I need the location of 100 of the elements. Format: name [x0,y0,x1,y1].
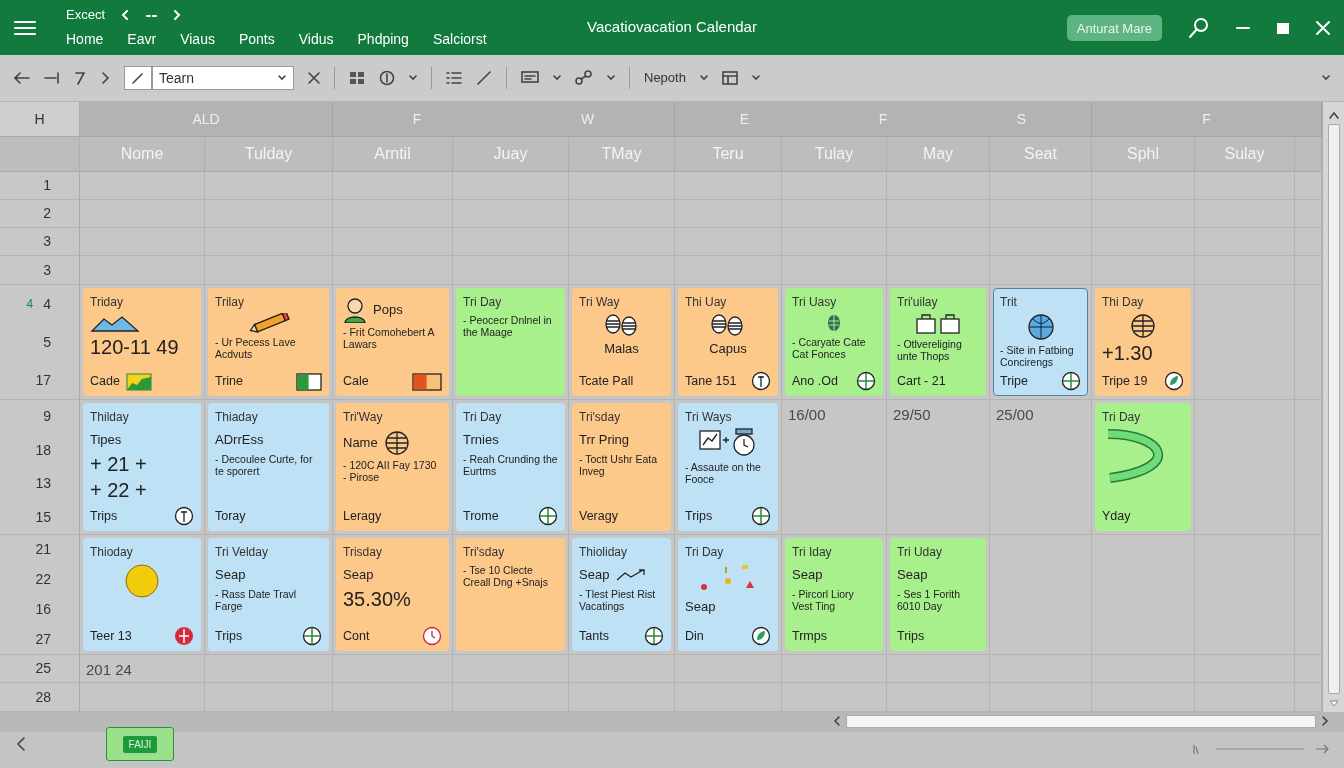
row-number[interactable]: 18 [35,439,51,461]
maximize-icon[interactable] [1276,20,1290,35]
scroll-down-icon[interactable] [1327,698,1340,708]
list-icon[interactable] [446,71,462,85]
row-number[interactable]: 17 [35,369,51,391]
table-icon[interactable] [721,71,738,85]
name-field[interactable]: Tearn [152,66,294,90]
card-footer-text: Toray [215,508,246,526]
grid-cell[interactable]: 25/00 [990,400,1092,535]
menu-item[interactable]: Home [66,28,104,50]
share-icon[interactable] [575,70,593,86]
grid-cell[interactable] [782,172,887,200]
scrollbar-thumb[interactable] [1327,124,1340,694]
row-number[interactable]: 25 [35,658,51,679]
grid-cell[interactable] [333,172,453,200]
tab-icon[interactable] [44,71,60,85]
caret-icon[interactable] [607,75,615,81]
row-number[interactable]: 27 [35,628,51,650]
row-number[interactable]: 4 [43,293,51,315]
style-dropdown[interactable]: Nepoth [644,68,686,88]
info-icon[interactable] [379,70,395,86]
grid-cell[interactable]: 201 24 [80,655,205,683]
grid-cell[interactable]: 16/00 [782,400,887,535]
row-header[interactable]: 3 [0,228,80,256]
search-icon[interactable] [1188,16,1210,39]
card-subtitle: Seap [685,598,716,616]
card-text: - Rass Date Travl Farge [215,587,298,612]
card-value: 120-11 49 [90,335,180,359]
grid-cell[interactable] [990,172,1092,200]
caret-icon[interactable] [409,75,417,81]
close-icon[interactable] [308,72,320,84]
grid-cell[interactable] [80,256,205,285]
row-number[interactable]: 22 [35,569,51,591]
app-name: Excect [66,6,105,25]
card-footer-text: Trmps [792,628,827,646]
row-number[interactable]: 16 [35,598,51,620]
edit-button[interactable] [124,66,152,90]
row-number[interactable]: 15 [35,506,51,528]
row-number[interactable]: 28 [35,686,51,708]
row-number[interactable]: 3 [43,259,51,281]
card-title: Tri Day [1102,409,1142,426]
row-header[interactable]: 3 [0,256,80,285]
corner-cell[interactable]: H [0,102,80,137]
menu-icon[interactable] [14,19,36,36]
grid-cell[interactable]: 29/50 [887,400,990,535]
flag-icon [296,372,322,391]
pencil-icon[interactable] [476,70,492,86]
card-footer-text: Trips [215,627,243,645]
card-subtitle: Tipes [90,431,122,449]
header-cell[interactable] [0,137,80,172]
row-number[interactable]: 21 [35,539,51,561]
caret-icon[interactable] [751,75,760,81]
forward-chevron-icon[interactable] [173,10,181,20]
grid-icon[interactable] [349,71,365,85]
header-cell[interactable] [1295,137,1322,172]
redo-icon[interactable] [74,71,86,85]
row-header[interactable]: 1 [0,172,80,200]
row-header[interactable]: 21 22 16 27 [0,535,80,655]
grid-cell[interactable] [675,172,782,200]
scroll-left-icon[interactable] [832,715,842,727]
card-text: - Ccaryate Cate Cat Fonces [792,336,867,361]
menu-item[interactable]: Salciorst [432,28,487,50]
card-footer-text: Tcate Pall [579,373,634,391]
forward-chevron-icon[interactable] [100,71,110,85]
row-header[interactable]: 25 [0,655,80,683]
menu-item[interactable]: Vidus [298,28,334,50]
grid-cell[interactable] [1195,172,1295,200]
scroll-up-icon[interactable] [1327,110,1340,120]
grid-cell[interactable] [1092,172,1195,200]
row-number[interactable]: 13 [35,473,51,495]
row-number[interactable]: 2 [43,203,51,224]
grid-cell[interactable] [887,172,990,200]
caret-icon[interactable] [1322,75,1330,81]
caret-icon[interactable] [699,75,708,81]
row-number[interactable]: 5 [43,331,51,353]
row-number[interactable]: 1 [43,175,51,196]
row-number[interactable]: 9 [43,406,51,428]
grid-cell[interactable] [80,172,205,200]
scrollbar-thumb[interactable] [846,714,1316,728]
grid-cell[interactable] [453,172,569,200]
caret-icon[interactable] [553,75,561,81]
grid-cell[interactable] [205,172,333,200]
row-header[interactable]: 2 [0,200,80,228]
row-header[interactable]: 9 18 13 15 [0,400,80,535]
dialog-icon[interactable] [521,71,539,85]
grid-cell[interactable] [569,172,675,200]
menu-item[interactable]: Ponts [238,28,275,50]
row-header[interactable]: 28 [0,683,80,712]
row-number[interactable]: 3 [43,231,51,252]
menu-item[interactable]: Phdping [357,28,409,50]
scroll-right-icon[interactable] [1320,715,1330,727]
back-chevron-icon[interactable] [16,736,26,752]
grid-cell[interactable] [80,228,205,256]
back-arrow-icon[interactable] [14,71,30,85]
column-letter: E [739,109,750,129]
grid-cell[interactable] [80,200,205,228]
caret-icon[interactable] [278,75,286,81]
menu-item[interactable]: Eavr [127,28,157,50]
row-header[interactable]: 4 4 5 17 [0,285,80,400]
menu-item[interactable]: Viaus [180,28,215,50]
